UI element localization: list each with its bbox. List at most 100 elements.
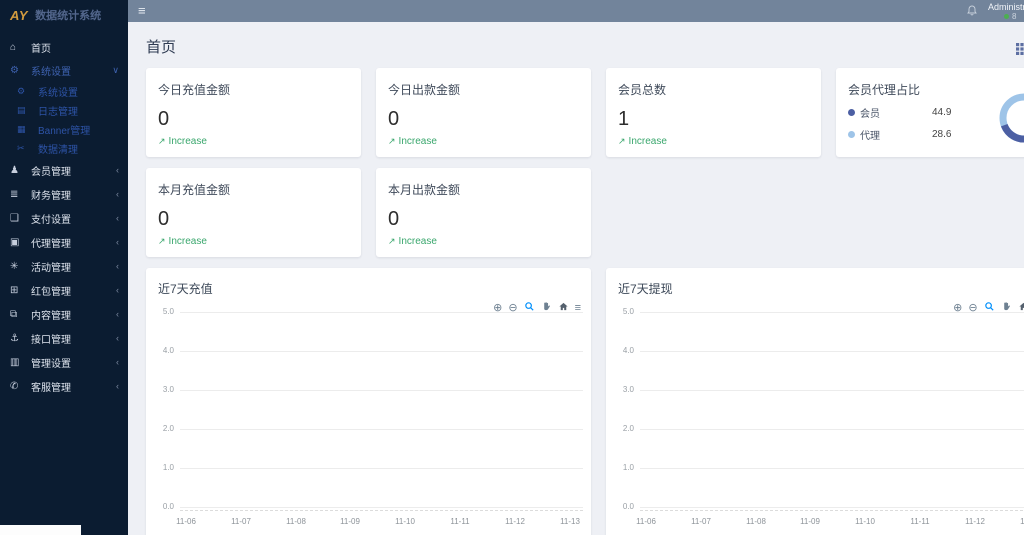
- y-tick: 5.0: [150, 307, 174, 316]
- chevron-down-icon: ∨: [112, 65, 119, 76]
- stat-card-today-deposit: 今日充值金额 0 ↗Increase: [146, 68, 361, 157]
- sidebar-item-label: 支付设置: [31, 211, 116, 226]
- sidebar-item-label: 内容管理: [31, 307, 116, 322]
- card-value: 0: [376, 98, 591, 131]
- gridline: [180, 507, 583, 508]
- chart-card-deposit-7days: 近7天充值 ⊕ ⊖ ≡ 5.0 4.0 3.0 2.0 1.0 0.0: [146, 268, 591, 535]
- x-tick: 11-06: [166, 517, 206, 526]
- sidebar-item-home[interactable]: ⌂ 首页: [0, 36, 128, 59]
- status-text-fragment: 8: [1012, 12, 1016, 21]
- user-menu[interactable]: Administrator: [988, 2, 1024, 12]
- x-tick: 11-10: [385, 517, 425, 526]
- y-tick: 4.0: [150, 346, 174, 355]
- y-tick: 5.0: [610, 307, 634, 316]
- sidebar-item-label: 红包管理: [31, 283, 116, 298]
- main-content: 首页 今日充值金额 0 ↗Increase 今日出款金额 0 ↗Increase…: [128, 22, 1024, 535]
- topbar: ≡ Administrator 8: [128, 0, 1024, 22]
- card-title: 今日充值金额: [146, 68, 361, 98]
- legend-value: 28.6: [932, 129, 951, 140]
- legend-label: 代理: [860, 127, 906, 142]
- sidebar-item-finance[interactable]: ≣ 财务管理 ‹: [0, 182, 128, 206]
- id-card-icon: ▣: [10, 237, 25, 248]
- sidebar-item-admin-settings[interactable]: ▥ 管理设置 ‹: [0, 350, 128, 374]
- sidebar-item-label: 系统设置: [31, 63, 112, 78]
- chart-title: 近7天充值: [146, 268, 591, 297]
- grid-icon[interactable]: [1016, 42, 1024, 54]
- agent-legend-marker: [848, 131, 855, 138]
- sidebar-subitem-log-management[interactable]: ▤ 日志管理: [0, 101, 128, 120]
- sidebar-item-payment[interactable]: ❑ 支付设置 ‹: [0, 206, 128, 230]
- home-icon: ⌂: [10, 42, 25, 53]
- gears-icon: ⚙: [10, 65, 25, 76]
- image-icon: ▦: [17, 124, 32, 135]
- sidebar-item-label: Banner管理: [38, 122, 119, 137]
- increase-arrow-icon: ↗: [158, 136, 166, 146]
- sidebar-item-label: 代理管理: [31, 235, 116, 250]
- gridline: [640, 468, 1024, 469]
- gridline: [180, 429, 583, 430]
- y-tick: 3.0: [150, 385, 174, 394]
- sidebar-toggle-icon[interactable]: ≡: [138, 3, 146, 18]
- sidebar-item-label: 会员管理: [31, 163, 116, 178]
- chevron-left-icon: ‹: [116, 357, 119, 367]
- y-tick: 0.0: [150, 502, 174, 511]
- donut-chart: [996, 90, 1024, 151]
- y-tick: 2.0: [610, 424, 634, 433]
- gear-icon: ⚙: [17, 86, 32, 97]
- y-tick: 2.0: [150, 424, 174, 433]
- sidebar-item-agents[interactable]: ▣ 代理管理 ‹: [0, 230, 128, 254]
- copy-icon: ⧉: [10, 309, 25, 320]
- card-value: 1: [606, 98, 821, 131]
- online-dot: [1004, 14, 1009, 19]
- chevron-left-icon: ‹: [116, 261, 119, 271]
- chevron-left-icon: ‹: [116, 285, 119, 295]
- sidebar-subitem-banner-management[interactable]: ▦ Banner管理: [0, 120, 128, 139]
- gridline: [180, 468, 583, 469]
- chevron-left-icon: ‹: [116, 189, 119, 199]
- sidebar-item-members[interactable]: ♟ 会员管理 ‹: [0, 158, 128, 182]
- chart-plot-area[interactable]: 11-06 11-07 11-08 11-09 11-10 11-11 11-1…: [640, 312, 1024, 507]
- logo-icon: AY: [10, 8, 28, 23]
- sidebar-subitem-system-settings[interactable]: ⚙ 系统设置: [0, 82, 128, 101]
- x-tick: 11-11: [440, 517, 480, 526]
- app-logo[interactable]: AY 数据统计系统: [0, 0, 128, 30]
- y-tick: 4.0: [610, 346, 634, 355]
- card-value: 0: [146, 198, 361, 231]
- y-tick: 0.0: [610, 502, 634, 511]
- box-icon: ⊞: [10, 285, 25, 296]
- notification-bell-icon[interactable]: [966, 4, 978, 22]
- chevron-left-icon: ‹: [116, 333, 119, 343]
- id-badge-icon: ▥: [10, 357, 25, 368]
- gridline: [180, 351, 583, 352]
- x-tick: 11-13: [1010, 517, 1024, 526]
- gridline: [640, 312, 1024, 313]
- card-footer: ↗Increase: [388, 136, 437, 147]
- y-tick: 3.0: [610, 385, 634, 394]
- ratio-card-member-agent: 会员代理占比 会员 44.9 代理 28.6: [836, 68, 1024, 157]
- card-title: 本月充值金额: [146, 168, 361, 198]
- sidebar-item-label: 管理设置: [31, 355, 116, 370]
- coins-icon: ≣: [10, 189, 25, 200]
- sidebar-item-label: 首页: [31, 40, 119, 55]
- sidebar-item-label: 客服管理: [31, 379, 116, 394]
- comment-icon: ✆: [10, 381, 25, 392]
- stat-card-month-withdraw: 本月出款金额 0 ↗Increase: [376, 168, 591, 257]
- x-tick: 11-12: [495, 517, 535, 526]
- sidebar-item-activities[interactable]: ✳ 活动管理 ‹: [0, 254, 128, 278]
- chart-plot-area[interactable]: 11-06 11-07 11-08 11-09 11-10 11-11 11-1…: [180, 312, 583, 507]
- sidebar-item-content[interactable]: ⧉ 内容管理 ‹: [0, 302, 128, 326]
- sidebar-subitem-data-clean[interactable]: ✂ 数据清理: [0, 139, 128, 158]
- gridline: [640, 429, 1024, 430]
- sidebar-item-redpacket[interactable]: ⊞ 红包管理 ‹: [0, 278, 128, 302]
- partial-popup-box: [0, 525, 81, 535]
- card-footer: ↗Increase: [158, 136, 207, 147]
- chart-card-withdraw-7days: 近7天提现 ⊕ ⊖ ≡ 5.0 4.0 3.0 2.0 1.0 0.0: [606, 268, 1024, 535]
- card-title: 会员总数: [606, 68, 821, 98]
- sidebar-item-system-settings[interactable]: ⚙ 系统设置 ∨: [0, 59, 128, 82]
- sidebar-item-api[interactable]: ⚓ 接口管理 ‹: [0, 326, 128, 350]
- x-tick: 11-12: [955, 517, 995, 526]
- member-legend-marker: [848, 109, 855, 116]
- sidebar-item-support[interactable]: ✆ 客服管理 ‹: [0, 374, 128, 398]
- chevron-left-icon: ‹: [116, 381, 119, 391]
- gridline: [640, 351, 1024, 352]
